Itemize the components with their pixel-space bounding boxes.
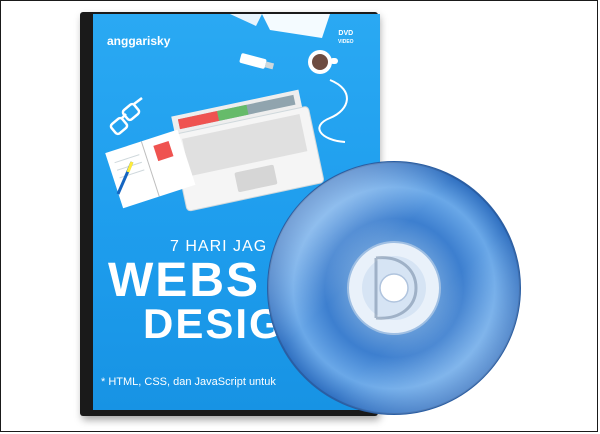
cover-tagline: * HTML, CSS, dan JavaScript untuk [101, 376, 276, 388]
coffee-cup-icon [308, 50, 338, 74]
dvd-logo-top: DVD [338, 30, 354, 37]
cable-icon [318, 79, 348, 143]
brand-name: anggarisky [107, 34, 171, 48]
dvd-logo-bottom: VIDEO [338, 39, 354, 45]
cd-disc-icon [267, 161, 521, 415]
cover-title-line2: DESIG [143, 300, 284, 347]
dvd-logo: DVD VIDEO [338, 30, 354, 46]
glasses-icon [109, 97, 143, 136]
paper-icon [230, 14, 330, 38]
usb-drive-icon [239, 53, 275, 70]
cover-title-line1: WEBS [108, 254, 260, 307]
